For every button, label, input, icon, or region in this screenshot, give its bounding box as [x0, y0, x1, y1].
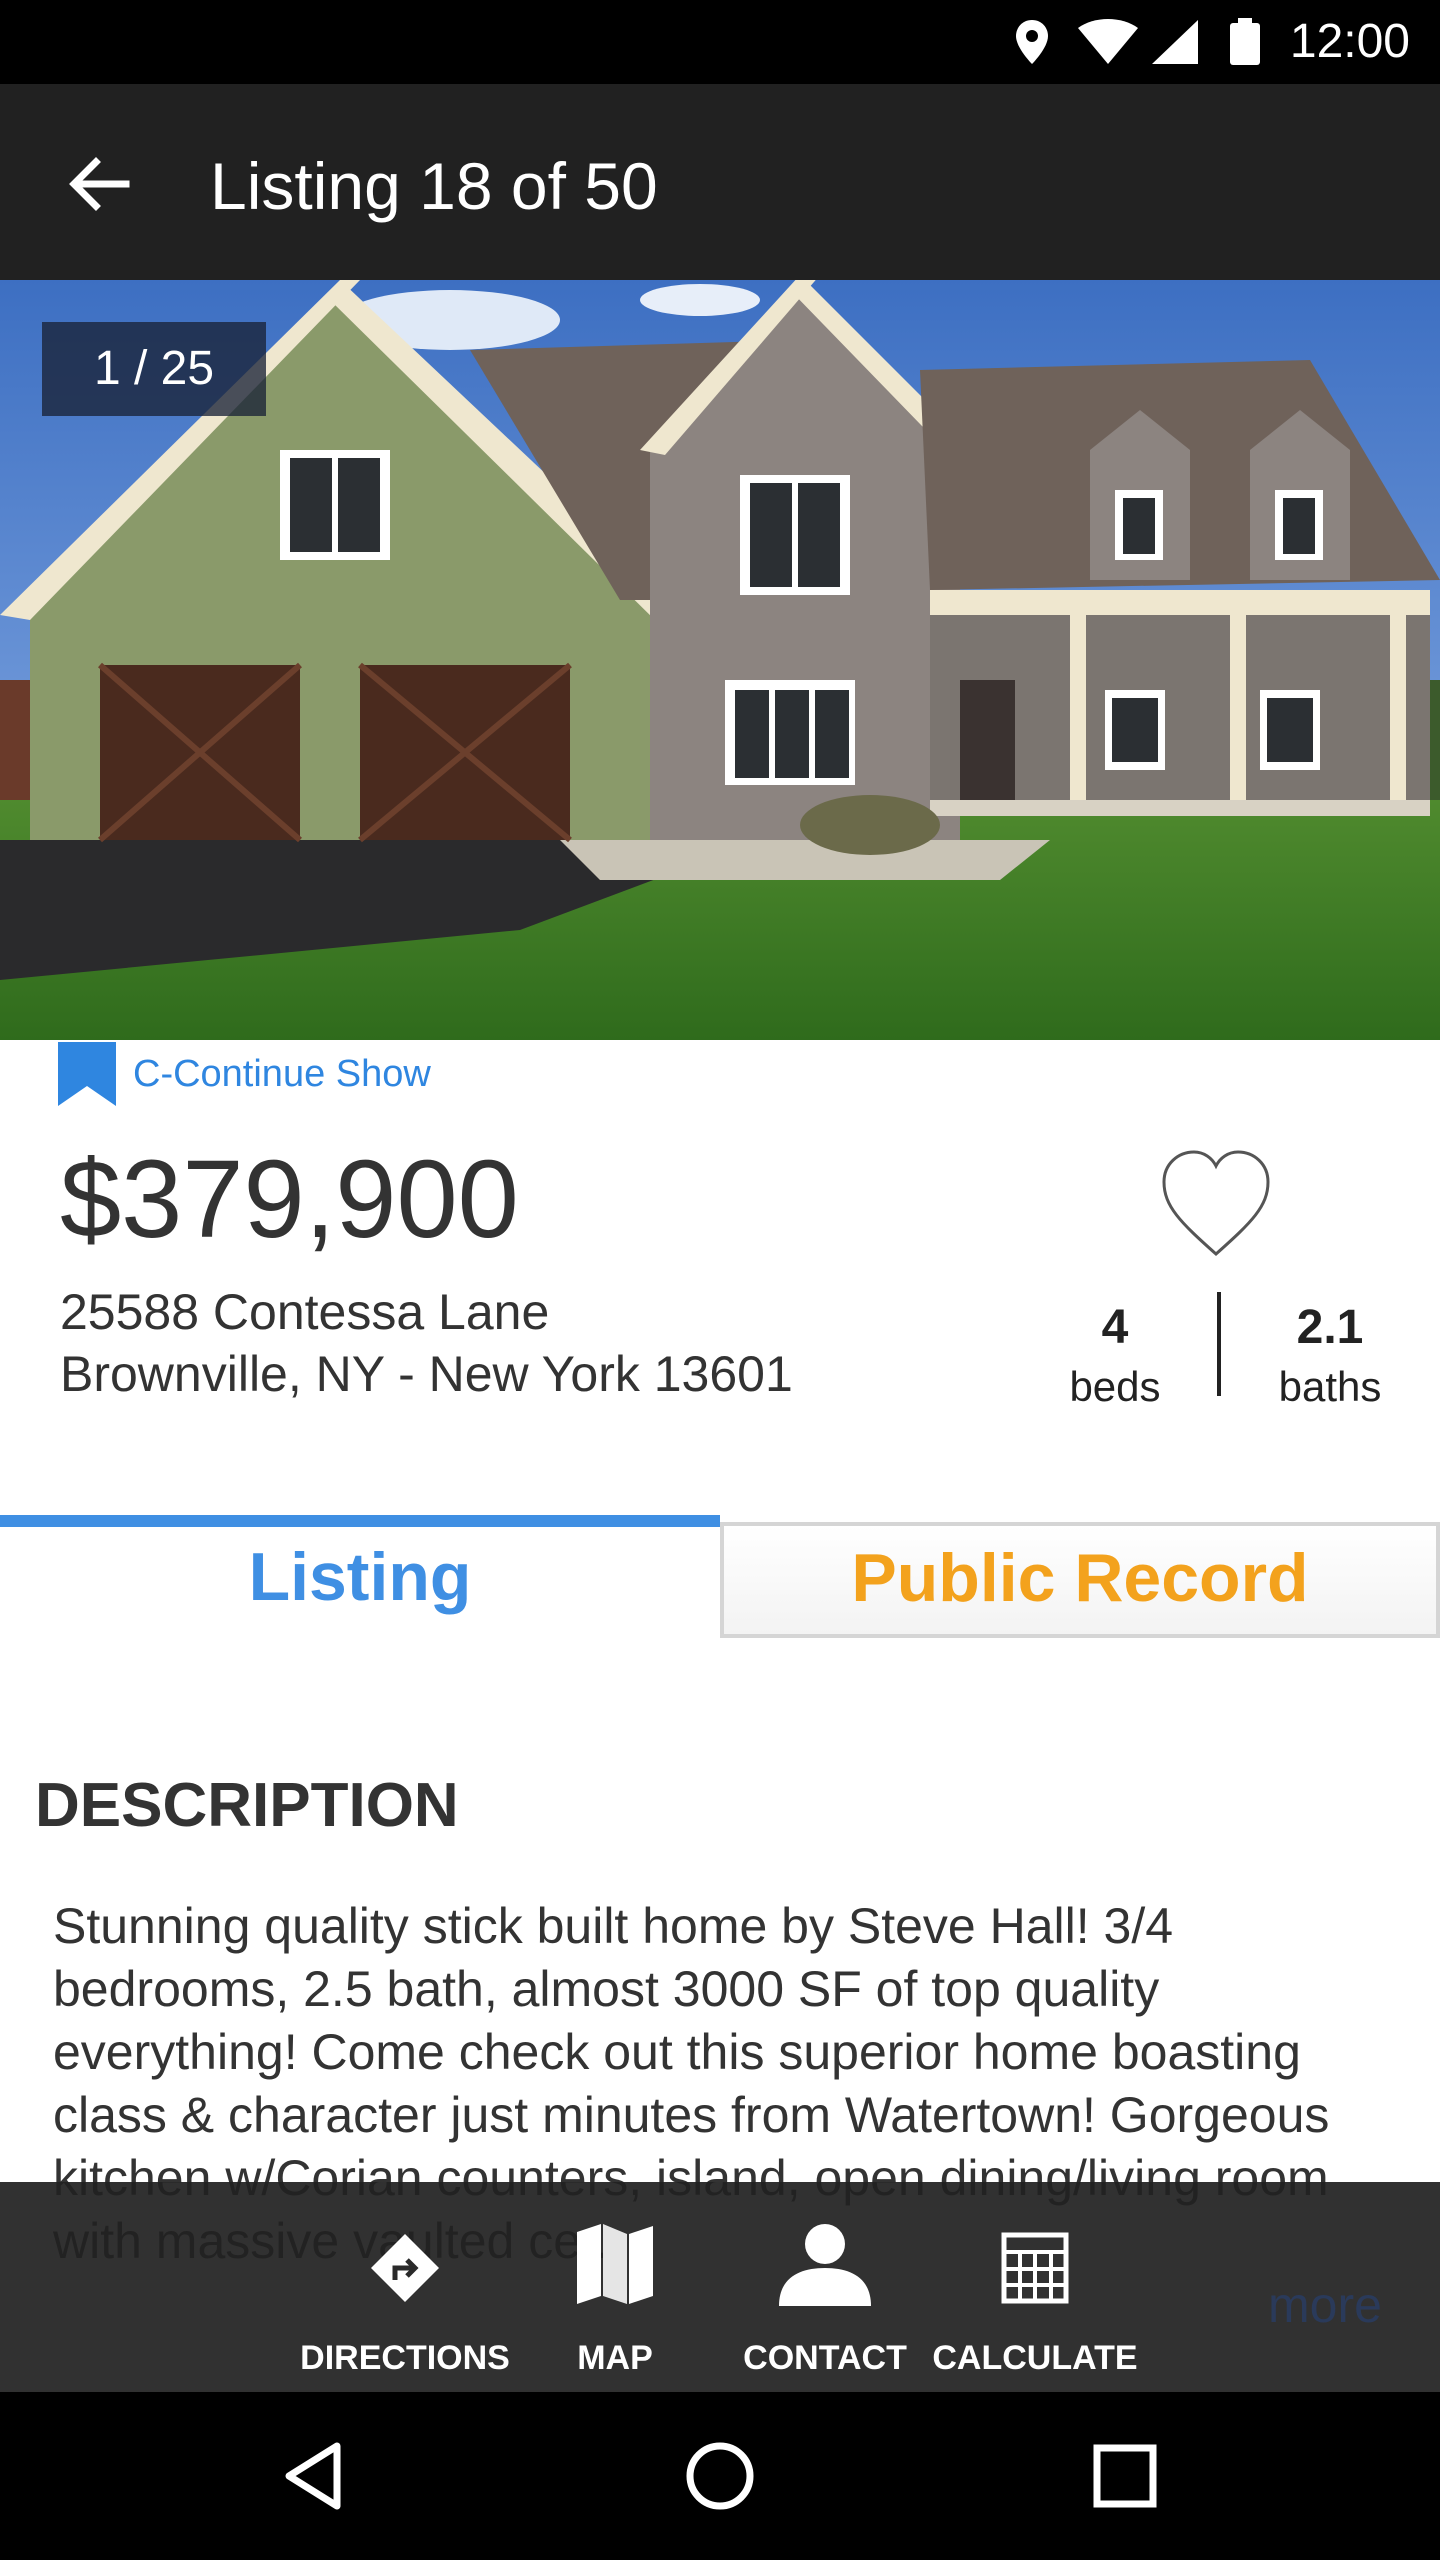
battery-icon — [1230, 18, 1260, 65]
app-bar: Listing 18 of 50 — [0, 84, 1440, 280]
photo-counter: 1 / 25 — [42, 322, 266, 416]
location-icon — [1016, 20, 1048, 64]
address-line-1: 25588 Contessa Lane — [60, 1284, 550, 1340]
nav-recents-icon[interactable] — [1085, 2436, 1165, 2516]
beds-count: 4 — [1101, 1301, 1129, 1354]
status-time: 12:00 — [1289, 15, 1410, 68]
nav-back-icon[interactable] — [275, 2436, 355, 2516]
listing-photo[interactable]: 1 / 25 — [0, 280, 1440, 1040]
bookmark-icon — [58, 1042, 116, 1106]
system-nav-bar — [0, 2392, 1440, 2560]
calculate-label: CALCULATE — [932, 2339, 1138, 2377]
contact-person-icon — [779, 2224, 871, 2306]
contact-label: CONTACT — [743, 2339, 907, 2377]
action-bar: DIRECTIONS MAP CONTACT CALCULATE — [0, 2182, 1440, 2392]
arrow-back-icon[interactable] — [60, 144, 140, 224]
nav-home-icon[interactable] — [680, 2436, 760, 2516]
directions-icon — [371, 2234, 439, 2302]
map-icon — [577, 2224, 653, 2304]
status-bar: 12:00 — [0, 0, 1440, 84]
description-heading: DESCRIPTION — [35, 1771, 459, 1840]
more-link[interactable]: more — [1268, 2275, 1382, 2335]
listing-price: $379,900 — [60, 1138, 519, 1261]
listing-status-label: C-Continue Show — [133, 1053, 431, 1095]
wifi-icon — [1078, 19, 1138, 64]
baths-count: 2.1 — [1296, 1301, 1364, 1354]
address-line-2: Brownville, NY - New York 13601 — [60, 1346, 793, 1402]
calculator-icon — [1001, 2232, 1069, 2304]
directions-label: DIRECTIONS — [300, 2339, 510, 2377]
contact-button[interactable]: CONTACT — [735, 2182, 915, 2392]
calculate-button[interactable]: CALCULATE — [925, 2182, 1145, 2392]
directions-button[interactable]: DIRECTIONS — [290, 2182, 520, 2392]
map-label: MAP — [577, 2339, 653, 2377]
favorite-heart-icon[interactable] — [1160, 1150, 1272, 1260]
page-title: Listing 18 of 50 — [210, 149, 658, 223]
tab-public-record[interactable]: Public Record — [720, 1522, 1440, 1638]
stat-divider — [1217, 1292, 1221, 1396]
cell-signal-icon — [1152, 20, 1198, 64]
beds-label: beds — [1069, 1363, 1161, 1410]
map-button[interactable]: MAP — [535, 2182, 695, 2392]
baths-label: baths — [1278, 1363, 1382, 1410]
tab-listing[interactable]: Listing — [0, 1515, 720, 1635]
